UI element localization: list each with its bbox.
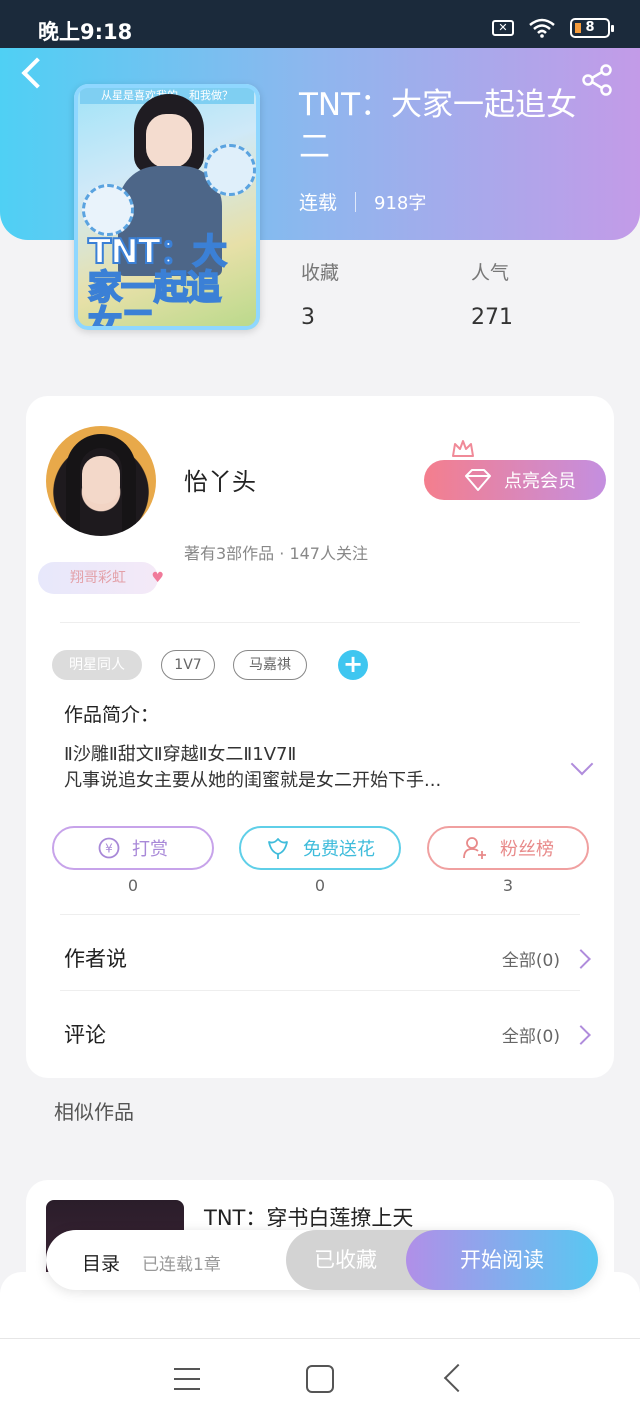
stat-label: 收藏 (301, 262, 340, 284)
intro-line: 凡事说追女主要从她的闺蜜就是女二开始下手... (64, 770, 442, 791)
author-badge-label: 翔哥彩虹 (70, 570, 126, 586)
svg-text:¥: ¥ (105, 842, 113, 856)
flower-count: 0 (314, 876, 326, 895)
fans-user-icon (463, 837, 486, 859)
reward-label: 打赏 (132, 839, 168, 860)
stat-value: 271 (471, 305, 513, 330)
fans-count: 3 (502, 876, 514, 895)
fans-ranking-button[interactable]: 粉丝榜 (427, 826, 589, 870)
avatar-face (82, 456, 120, 504)
reward-button[interactable]: ¥ 打赏 (52, 826, 214, 870)
tag-chip[interactable]: 1V7 (161, 650, 215, 680)
send-flower-button[interactable]: 免费送花 (239, 826, 401, 870)
toc-button[interactable]: 目录 (82, 1249, 120, 1276)
heart-icon: ♥ (151, 570, 164, 586)
status-icons: ✕ 8 (492, 18, 614, 38)
fans-ranking-label: 粉丝榜 (500, 839, 554, 860)
meta-divider (355, 191, 357, 212)
word-count: 918字 (374, 192, 427, 214)
intro-line: Ⅱ沙雕Ⅱ甜文Ⅱ穿越Ⅱ女二Ⅱ1V7Ⅱ (64, 744, 297, 765)
comments-count: 全部(0) (501, 1027, 560, 1047)
comments-all[interactable]: 全部(0) (501, 1022, 591, 1047)
section-divider (60, 914, 580, 915)
cover-frame (74, 84, 260, 330)
add-tag-button[interactable]: + (338, 650, 368, 680)
battery-icon: 8 (570, 18, 614, 38)
stat-popularity: 人气 271 (471, 258, 513, 330)
reward-count: 0 (127, 876, 139, 895)
status-time: 晚上9:18 (38, 20, 133, 44)
author-name[interactable]: 怡丫头 (184, 462, 256, 497)
section-divider (60, 622, 580, 623)
book-meta: 连载 918字 (299, 188, 426, 215)
vip-button[interactable]: 点亮会员 (424, 460, 606, 500)
intro-label: 作品简介： (64, 704, 160, 726)
author-meta: 著有3部作品 · 147人关注 (184, 544, 368, 563)
book-status: 连载 (299, 192, 338, 214)
status-bar: 晚上9:18 ✕ 8 (0, 0, 640, 48)
book-title: TNT：大家一起追女二 (299, 87, 578, 165)
book-cover[interactable]: 从星是喜欢我的，和我做？ TNT：大家一起追女二 (74, 84, 260, 330)
tag-chip[interactable]: 明星同人 (52, 650, 142, 680)
comments-label[interactable]: 评论 (64, 1019, 106, 1049)
stat-label: 人气 (471, 262, 510, 284)
diamond-icon (465, 469, 491, 491)
send-flower-label: 免费送花 (303, 839, 375, 860)
vip-button-label: 点亮会员 (504, 471, 576, 492)
stat-favorites: 收藏 3 (301, 258, 339, 330)
chevron-right-icon (571, 948, 591, 969)
chapter-count: 已连载1章 (142, 1255, 221, 1275)
yen-circle-icon: ¥ (98, 837, 120, 859)
wifi-icon (529, 18, 555, 38)
author-notes-count: 全部(0) (501, 951, 560, 971)
battery-level: 8 (585, 20, 595, 35)
flower-icon (268, 838, 288, 859)
tag-chip[interactable]: 马嘉祺 (233, 650, 307, 680)
menu-icon[interactable] (174, 1368, 200, 1390)
section-divider (60, 990, 580, 991)
home-square-icon[interactable] (306, 1365, 334, 1393)
similar-works-heading: 相似作品 (54, 1100, 134, 1124)
similar-work-title[interactable]: TNT：穿书白莲撩上天 (204, 1202, 413, 1232)
author-notes-label[interactable]: 作者说 (64, 943, 127, 973)
author-notes-all[interactable]: 全部(0) (501, 946, 591, 971)
author-avatar[interactable] (46, 426, 156, 536)
author-badge: 翔哥彩虹 ♥ (38, 562, 164, 594)
stat-value: 3 (301, 305, 315, 330)
crown-icon (452, 440, 474, 457)
intro-text: Ⅱ沙雕Ⅱ甜文Ⅱ穿越Ⅱ女二Ⅱ1V7Ⅱ 凡事说追女主要从她的闺蜜就是女二开始下手..… (64, 742, 534, 794)
chevron-right-icon (571, 1024, 591, 1045)
start-reading-button[interactable]: 开始阅读 (406, 1230, 598, 1290)
sim-off-icon: ✕ (492, 20, 514, 36)
